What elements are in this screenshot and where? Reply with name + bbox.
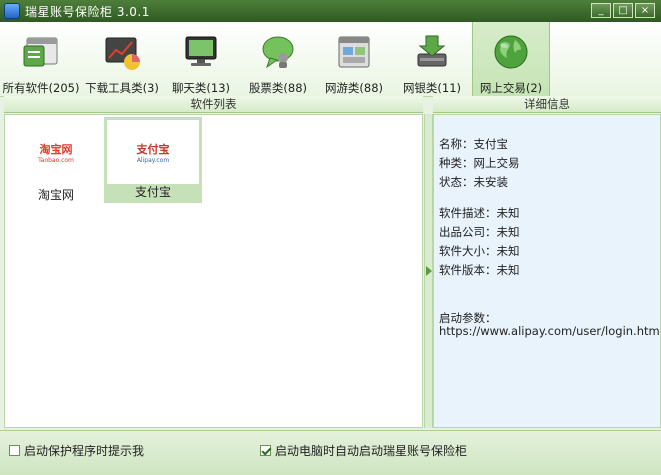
- window-title: 瑞星账号保险柜 3.0.1: [25, 5, 150, 19]
- tab-all-software[interactable]: 所有软件(205): [0, 22, 82, 96]
- detail-name: 名称：支付宝: [439, 137, 508, 151]
- pane-splitter[interactable]: [424, 114, 433, 428]
- tab-label: 所有软件(205): [2, 81, 80, 95]
- prompt-on-start-checkbox[interactable]: [9, 445, 20, 456]
- tab-chat[interactable]: 聊天类(13): [162, 22, 240, 96]
- tab-label: 网上交易(2): [479, 81, 543, 95]
- maximize-button[interactable]: □: [613, 3, 633, 18]
- autostart-checkbox[interactable]: [260, 445, 271, 456]
- software-list: 淘宝网 Taobao.com 淘宝网 支付宝 Alipay.com 支付宝: [4, 114, 423, 428]
- detail-company: 出品公司：未知: [439, 225, 520, 239]
- detail-status: 状态：未安装: [439, 175, 508, 189]
- tab-online-trading[interactable]: 网上交易(2): [472, 22, 550, 96]
- logo-subtext: Alipay.com: [136, 157, 170, 164]
- software-item-label: 支付宝: [107, 184, 199, 200]
- detail-description: 软件描述：未知: [439, 206, 520, 220]
- category-toolbar: 所有软件(205) 下载工具类(3) 聊天类(13) 股票类(88) 网游类(8…: [0, 22, 661, 97]
- software-item-label: 淘宝网: [37, 188, 74, 202]
- tab-download-tools[interactable]: 下载工具类(3): [82, 22, 162, 96]
- autostart-label: 启动电脑时自动启动瑞星账号保险柜: [275, 444, 468, 458]
- tab-stocks[interactable]: 股票类(88): [240, 22, 316, 96]
- software-item-alipay[interactable]: 支付宝 Alipay.com 支付宝: [104, 117, 202, 203]
- minimize-button[interactable]: _: [591, 3, 611, 18]
- title-bar[interactable]: 瑞星账号保险柜 3.0.1 _ □ ×: [0, 0, 661, 22]
- window-list-icon: [23, 37, 58, 67]
- prompt-on-start-label: 启动保护程序时提示我: [24, 444, 145, 458]
- tab-label: 下载工具类(3): [85, 81, 159, 95]
- game-window-icon: [338, 36, 370, 68]
- globe-icon: [494, 35, 528, 69]
- window-controls: _ □ ×: [591, 3, 655, 18]
- alipay-logo: 支付宝 Alipay.com: [123, 143, 183, 169]
- tab-label: 网游类(88): [324, 81, 384, 95]
- options-bar: 启动保护程序时提示我 启动电脑时自动启动瑞星账号保险柜: [0, 430, 661, 475]
- logo-subtext: Taobao.com: [38, 157, 74, 164]
- download-chart-icon: [105, 37, 140, 70]
- autostart-option[interactable]: 启动电脑时自动启动瑞星账号保险柜: [260, 442, 467, 459]
- details-panel: 名称：支付宝 种类：网上交易 状态：未安装 软件描述：未知 出品公司：未知 软件…: [433, 114, 661, 428]
- details-header: 详细信息: [433, 96, 661, 113]
- logo-text: 淘宝网: [39, 143, 73, 156]
- tab-label: 股票类(88): [248, 81, 308, 95]
- app-icon: [4, 3, 20, 19]
- speech-bubble-icon: [262, 36, 294, 69]
- detail-type: 种类：网上交易: [439, 156, 520, 170]
- software-item-taobao[interactable]: 淘宝网 Taobao.com 淘宝网: [7, 117, 105, 203]
- detail-size: 软件大小：未知: [439, 244, 520, 258]
- tab-label: 网银类(11): [402, 81, 462, 95]
- logo-text: 支付宝: [136, 143, 170, 156]
- prompt-on-start-option[interactable]: 启动保护程序时提示我: [9, 442, 144, 459]
- close-button[interactable]: ×: [635, 3, 655, 18]
- tab-online-games[interactable]: 网游类(88): [316, 22, 392, 96]
- software-list-header: 软件列表: [4, 96, 423, 113]
- tab-online-banking[interactable]: 网银类(11): [392, 22, 472, 96]
- monitor-chat-icon: [185, 36, 217, 66]
- taobao-logo: 淘宝网 Taobao.com: [26, 143, 86, 169]
- bank-arrow-icon: [417, 35, 447, 67]
- detail-version: 软件版本：未知: [439, 263, 520, 277]
- tab-label: 聊天类(13): [171, 81, 231, 95]
- expand-arrow-icon[interactable]: [426, 266, 432, 276]
- main-window: 瑞星账号保险柜 3.0.1 _ □ × 所有软件(205) 下载工具类(3) 聊…: [0, 0, 661, 475]
- detail-params-value: https://www.alipay.com/user/login.htm: [439, 324, 660, 338]
